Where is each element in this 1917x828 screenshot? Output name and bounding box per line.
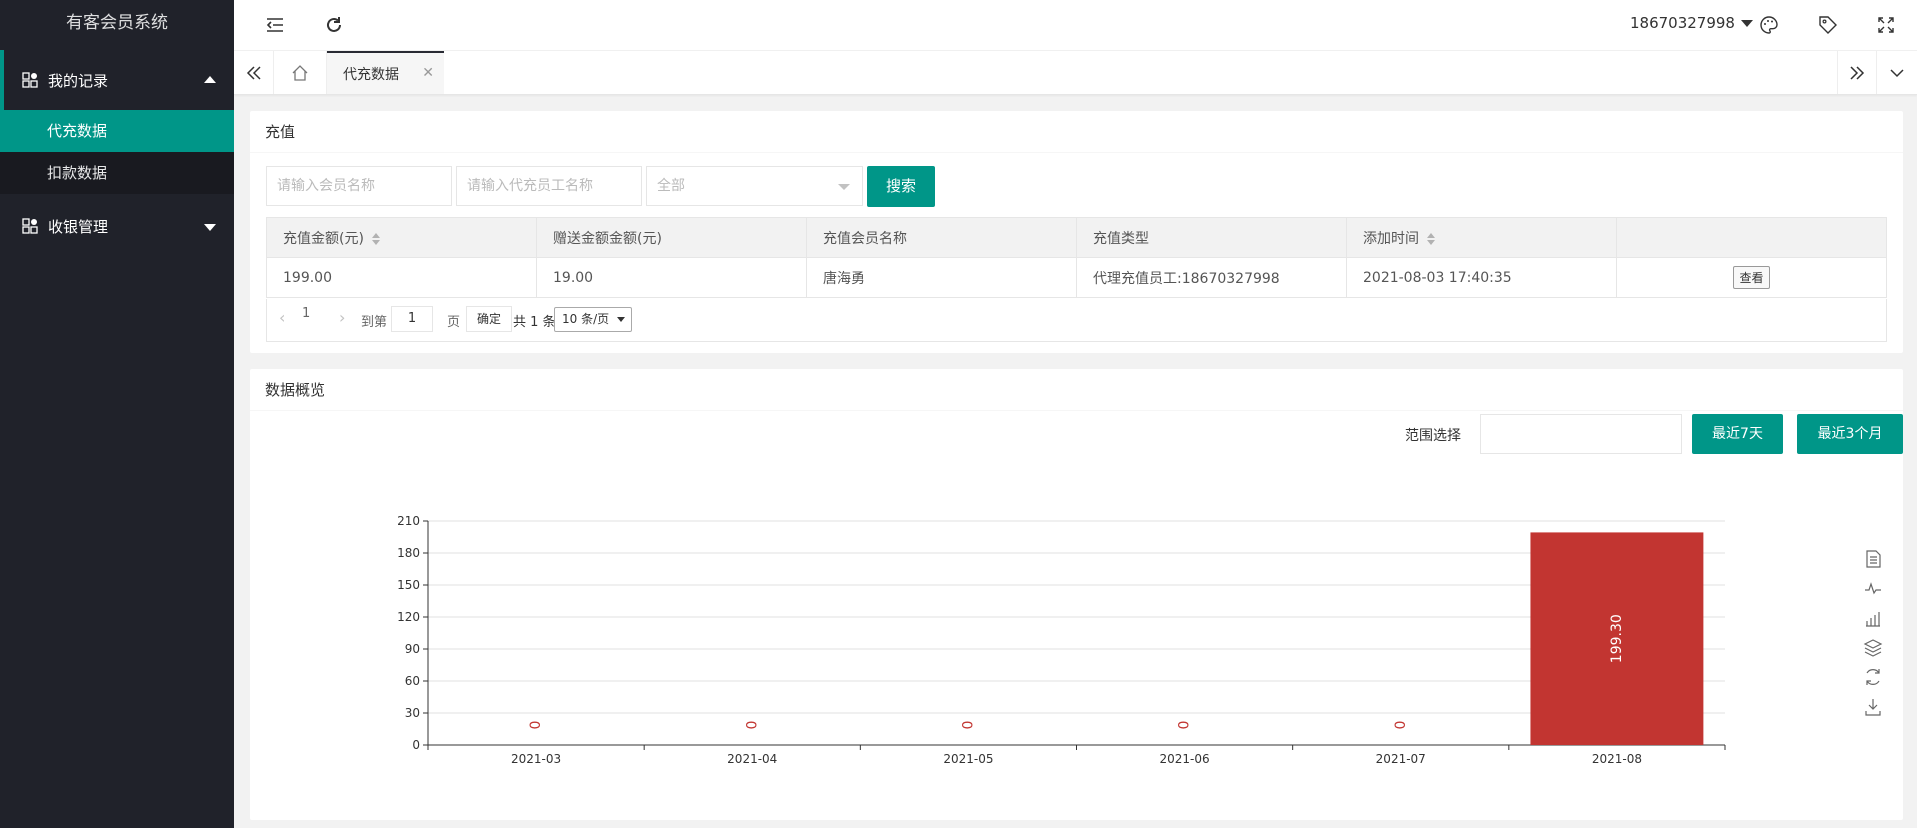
nav-group-label: 收银管理: [48, 217, 109, 236]
recharge-type-select[interactable]: 全部: [646, 166, 863, 206]
pager: ‹ 1 › 到第 1 页 确定 共 1 条 10 条/页: [266, 299, 1887, 342]
y-tick-label: 210: [397, 514, 420, 528]
nav-group-label: 我的记录: [48, 71, 109, 90]
top-header: 18670327998: [234, 0, 1917, 51]
cell-member-name: 唐海勇: [806, 257, 1077, 298]
card-title: 充值: [250, 111, 1903, 153]
y-tick-label: 60: [405, 674, 420, 688]
cell-amount: 199.00: [266, 257, 537, 298]
double-chevron-left-icon: [246, 65, 261, 80]
double-chevron-right-icon: [1850, 65, 1865, 80]
cell-actions: 查看: [1616, 257, 1887, 298]
bar-value-label: 0: [1177, 721, 1193, 730]
home-icon: [292, 64, 308, 81]
bar-chart-icon: [1866, 612, 1880, 627]
nav-group-cashier[interactable]: 收银管理: [0, 194, 234, 258]
caret-down-icon: [1740, 20, 1753, 27]
col-add-time[interactable]: 添加时间: [1346, 217, 1617, 258]
table-row: 199.00 19.00 唐海勇 代理充值员工:18670327998 2021…: [266, 257, 1887, 298]
overview-card: 数据概览 范围选择 最近7天 最近3个月 0 30 60 90 120 150 180 210…: [250, 369, 1903, 820]
save-image-icon: [1865, 699, 1881, 716]
y-tick-label: 150: [397, 578, 420, 592]
tag-icon[interactable]: [1817, 14, 1839, 36]
dashboard-icon: [22, 72, 38, 88]
recharge-table: 充值金额(元) 赠送金额金额(元) 充值会员名称 充值类型 添加时间 199.0…: [266, 217, 1887, 298]
sort-icon[interactable]: [1427, 232, 1435, 245]
total-count: 共 1 条: [513, 315, 556, 330]
page-unit: 页: [447, 315, 461, 330]
bar-value-label: 0: [528, 721, 544, 730]
fullscreen-icon[interactable]: [1875, 14, 1897, 36]
tabs-menu-button[interactable]: [1877, 51, 1917, 94]
y-tick-label: 30: [405, 706, 420, 720]
x-tick-label: 2021-05: [943, 752, 993, 766]
cell-gift-amount: 19.00: [536, 257, 807, 298]
recharge-card: 充值 全部 搜索 充值金额(元) 赠送金额金额(元) 充值会员名称 充值类型 添…: [250, 111, 1903, 353]
cell-add-time: 2021-08-03 17:40:35: [1346, 257, 1617, 298]
x-tick-label: 2021-07: [1376, 752, 1426, 766]
search-button[interactable]: 搜索: [867, 166, 935, 207]
caret-down-icon: [617, 317, 626, 322]
chevron-down-icon: [1890, 68, 1904, 77]
bar-chart: 0 30 60 90 120 150 180 210 2021-03 0 2021-04 0 2021-…: [397, 514, 1883, 766]
nav-group-my-records[interactable]: 我的记录: [0, 50, 234, 110]
tab-label: 代充数据: [343, 66, 399, 83]
member-name-input[interactable]: [266, 166, 452, 206]
prev-page-icon[interactable]: ‹: [279, 308, 285, 327]
sort-icon[interactable]: [371, 232, 380, 245]
chevron-up-icon: [204, 76, 216, 83]
col-member-name: 充值会员名称: [806, 217, 1077, 258]
tabs-scroll-right-button[interactable]: [1837, 51, 1877, 94]
x-tick-label: 2021-03: [511, 752, 561, 766]
theme-palette-icon[interactable]: [1758, 14, 1780, 36]
cell-recharge-type: 代理充值员工:18670327998: [1076, 257, 1347, 298]
caret-down-icon: [838, 184, 850, 190]
goto-page-input[interactable]: 1: [391, 306, 433, 332]
x-tick-label: 2021-08: [1592, 752, 1642, 766]
chevron-down-icon: [204, 224, 216, 231]
page-size-select[interactable]: 10 条/页: [554, 307, 633, 332]
refresh-icon[interactable]: [323, 14, 345, 36]
col-amount[interactable]: 充值金额(元): [266, 217, 537, 258]
restore-icon: [1866, 669, 1880, 685]
tab-home[interactable]: [274, 51, 327, 94]
x-tick-label: 2021-04: [727, 752, 777, 766]
y-tick-label: 180: [397, 546, 420, 560]
app-logo-title: 有客会员系统: [66, 13, 168, 33]
bar-value-label: 0: [1393, 721, 1409, 730]
stack-icon: [1863, 639, 1883, 657]
menu-collapse-icon[interactable]: [264, 14, 286, 36]
subnav: 代充数据 扣款数据: [0, 110, 234, 194]
bar-value-label: 0: [960, 721, 976, 730]
tabs-scroll-left-button[interactable]: [234, 51, 274, 94]
y-tick-label: 0: [412, 738, 420, 752]
line-chart-icon: [1865, 582, 1881, 595]
bar-value-label: 199.30: [1609, 614, 1625, 663]
sidebar: 有客会员系统 我的记录 代充数据 扣款数据 收银管理: [0, 0, 234, 828]
dashboard-icon: [22, 218, 38, 234]
tabs-bar: 代充数据 ✕: [234, 51, 1917, 95]
bar-value-label: 0: [744, 721, 760, 730]
goto-label: 到第: [361, 315, 388, 330]
y-tick-label: 120: [397, 610, 420, 624]
next-page-icon[interactable]: ›: [339, 308, 345, 327]
close-icon[interactable]: ✕: [422, 65, 434, 81]
user-menu[interactable]: 18670327998: [1630, 14, 1753, 32]
page-current[interactable]: 1: [302, 306, 310, 321]
select-value: 全部: [657, 178, 685, 194]
view-button[interactable]: 查看: [1733, 266, 1770, 289]
col-gift-amount: 赠送金额金额(元): [536, 217, 807, 258]
sidebar-item-deduct-data[interactable]: 扣款数据: [0, 152, 234, 194]
username: 18670327998: [1630, 14, 1735, 32]
goto-confirm-button[interactable]: 确定: [466, 306, 513, 332]
x-tick-label: 2021-06: [1160, 752, 1210, 766]
tab-recharge-data[interactable]: 代充数据 ✕: [327, 51, 444, 94]
table-header-row: 充值金额(元) 赠送金额金额(元) 充值会员名称 充值类型 添加时间: [266, 217, 1887, 258]
col-recharge-type: 充值类型: [1076, 217, 1347, 258]
staff-name-input[interactable]: [456, 166, 642, 206]
col-actions: [1616, 217, 1887, 258]
sidebar-item-recharge-data[interactable]: 代充数据: [0, 110, 234, 152]
data-view-icon: [1866, 550, 1881, 568]
y-tick-label: 90: [405, 642, 420, 656]
